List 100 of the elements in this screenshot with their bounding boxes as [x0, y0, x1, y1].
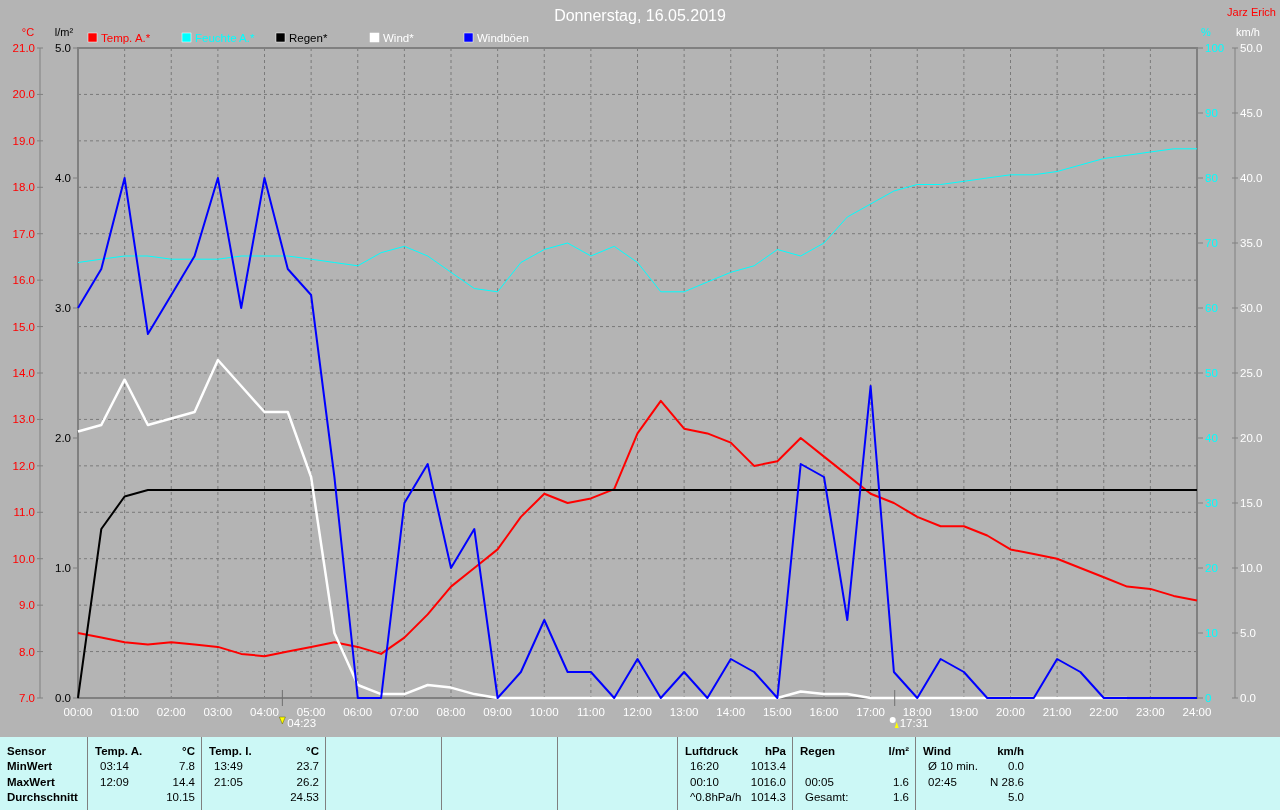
stat-label: ^0.8hPa/h: [689, 791, 742, 804]
axis-tick-label: 50: [1205, 367, 1218, 379]
axis-tick-label: 19.0: [12, 134, 35, 147]
x-tick-label: 05:00: [296, 706, 326, 718]
axis-tick-label: 7.0: [19, 692, 35, 704]
x-tick-label: 18:00: [902, 706, 932, 718]
axis-tick-label: 0.0: [1240, 692, 1256, 704]
column-title: Temp. I.: [209, 744, 252, 757]
axis-tick-label: 14.0: [12, 367, 35, 379]
axis-tick-label: 21.0: [12, 42, 35, 54]
stat-value: 1.6: [893, 775, 909, 788]
axis-tick-label: 3.0: [55, 302, 71, 314]
stat-value: 26.2: [296, 775, 319, 788]
legend-label: Temp. A.*: [101, 32, 151, 44]
x-tick-label: 22:00: [1089, 706, 1119, 718]
axis-tick-label: 10.0: [12, 552, 35, 565]
x-tick-label: 08:00: [436, 706, 466, 718]
legend-label: Windböen: [477, 32, 529, 44]
stat-value: 1013.4: [750, 760, 786, 773]
axis-tick-label: 15.0: [12, 320, 35, 333]
axis-tick-label: 90: [1205, 107, 1218, 119]
stat-label: 12:09: [99, 775, 129, 788]
axis-tick-label: 10.0: [1240, 562, 1263, 574]
stat-label: 00:05: [804, 775, 834, 788]
axis-tick-label: 35.0: [1240, 237, 1263, 249]
axis-tick-label: 4.0: [55, 172, 71, 184]
stat-label: 16:20: [689, 760, 719, 773]
stat-label: Gesamt:: [804, 791, 849, 804]
axis-tick-label: 30: [1205, 497, 1218, 509]
axis-tick-label: 100: [1205, 42, 1225, 54]
axis-tick-label: 20.0: [12, 88, 35, 101]
axis-tick-label: 15.0: [1240, 497, 1263, 509]
axis-tick-label: 11.0: [13, 506, 35, 519]
axis-unit: l/m²: [54, 26, 74, 38]
stat-label: Ø 10 min.: [927, 760, 978, 773]
stat-value: 1014.3: [750, 791, 786, 804]
column-unit: hPa: [764, 744, 786, 757]
axis-tick-label: 20.0: [1240, 432, 1263, 444]
author-name: Jarz Erich: [1227, 6, 1276, 18]
stat-value: N 28.6: [990, 775, 1024, 788]
x-tick-label: 11:00: [576, 706, 605, 718]
axis-tick-label: 60: [1205, 302, 1218, 314]
column-title: Luftdruck: [685, 744, 739, 757]
sunset-icon: [889, 717, 899, 728]
axis-tick-label: 5.0: [1240, 627, 1256, 639]
stat-value: 24.53: [290, 791, 319, 804]
axis-tick-label: 12.0: [12, 459, 35, 472]
x-tick-label: 07:00: [390, 706, 419, 718]
chart-title: Donnerstag, 16.05.2019: [554, 7, 726, 24]
axis-unit: °C: [21, 26, 35, 38]
x-tick-label: 02:00: [156, 706, 186, 718]
stat-value: 5.0: [1008, 791, 1024, 804]
axis-tick-label: 25.0: [1240, 367, 1263, 379]
x-tick-label: 20:00: [996, 706, 1025, 718]
axis-tick-label: 20: [1205, 562, 1218, 574]
row-label: MaxWert: [7, 775, 55, 788]
axis-tick-label: 0: [1205, 692, 1212, 704]
stat-label: 03:14: [99, 760, 129, 773]
column-unit: km/h: [997, 744, 1024, 757]
stat-value: 7.8: [179, 760, 195, 773]
x-tick-label: 21:00: [1042, 706, 1072, 718]
sun-time-label: 17:31: [899, 717, 929, 729]
axis-tick-label: 9.0: [19, 599, 35, 612]
stat-label: 21:05: [213, 775, 243, 788]
axis-tick-label: 45.0: [1240, 107, 1263, 119]
x-tick-label: 10:00: [529, 706, 559, 718]
axis-tick-label: 10: [1205, 627, 1218, 639]
axis-tick-label: 1.0: [55, 562, 71, 574]
axis-tick-label: 70: [1205, 237, 1218, 249]
x-tick-label: 23:00: [1136, 706, 1165, 718]
x-tick-label: 00:00: [63, 706, 93, 718]
column-title: Temp. A.: [95, 744, 143, 757]
stat-label: 13:49: [213, 760, 243, 773]
axis-tick-label: 18.0: [12, 181, 35, 194]
column-unit: °C: [182, 744, 195, 757]
axis-tick-label: 5.0: [55, 42, 71, 54]
x-tick-label: 15:00: [763, 706, 792, 718]
legend-label: Wind*: [383, 32, 414, 44]
axis-tick-label: 50.0: [1240, 42, 1263, 54]
x-tick-label: 13:00: [669, 706, 699, 718]
axis-unit: %: [1201, 26, 1211, 38]
column-title: Wind: [923, 744, 951, 757]
row-label: MinWert: [7, 760, 53, 773]
x-tick-label: 09:00: [483, 706, 512, 718]
axis-unit: km/h: [1236, 26, 1260, 38]
x-tick-label: 19:00: [949, 706, 979, 718]
stat-value: 10.15: [166, 791, 195, 804]
x-tick-label: 16:00: [809, 706, 839, 718]
stat-value: 0.0: [1008, 760, 1024, 773]
x-tick-label: 14:00: [716, 706, 746, 718]
axis-tick-label: 17.0: [12, 227, 35, 240]
x-tick-label: 06:00: [343, 706, 373, 718]
axis-tick-label: 8.0: [19, 645, 35, 658]
stat-label: 02:45: [927, 775, 957, 788]
x-tick-label: 03:00: [203, 706, 233, 718]
stat-value: 1.6: [893, 791, 909, 804]
stat-value: 23.7: [296, 760, 319, 773]
column-title: Regen: [800, 744, 836, 757]
row-label: Sensor: [7, 744, 46, 757]
column-unit: l/m²: [888, 744, 909, 757]
